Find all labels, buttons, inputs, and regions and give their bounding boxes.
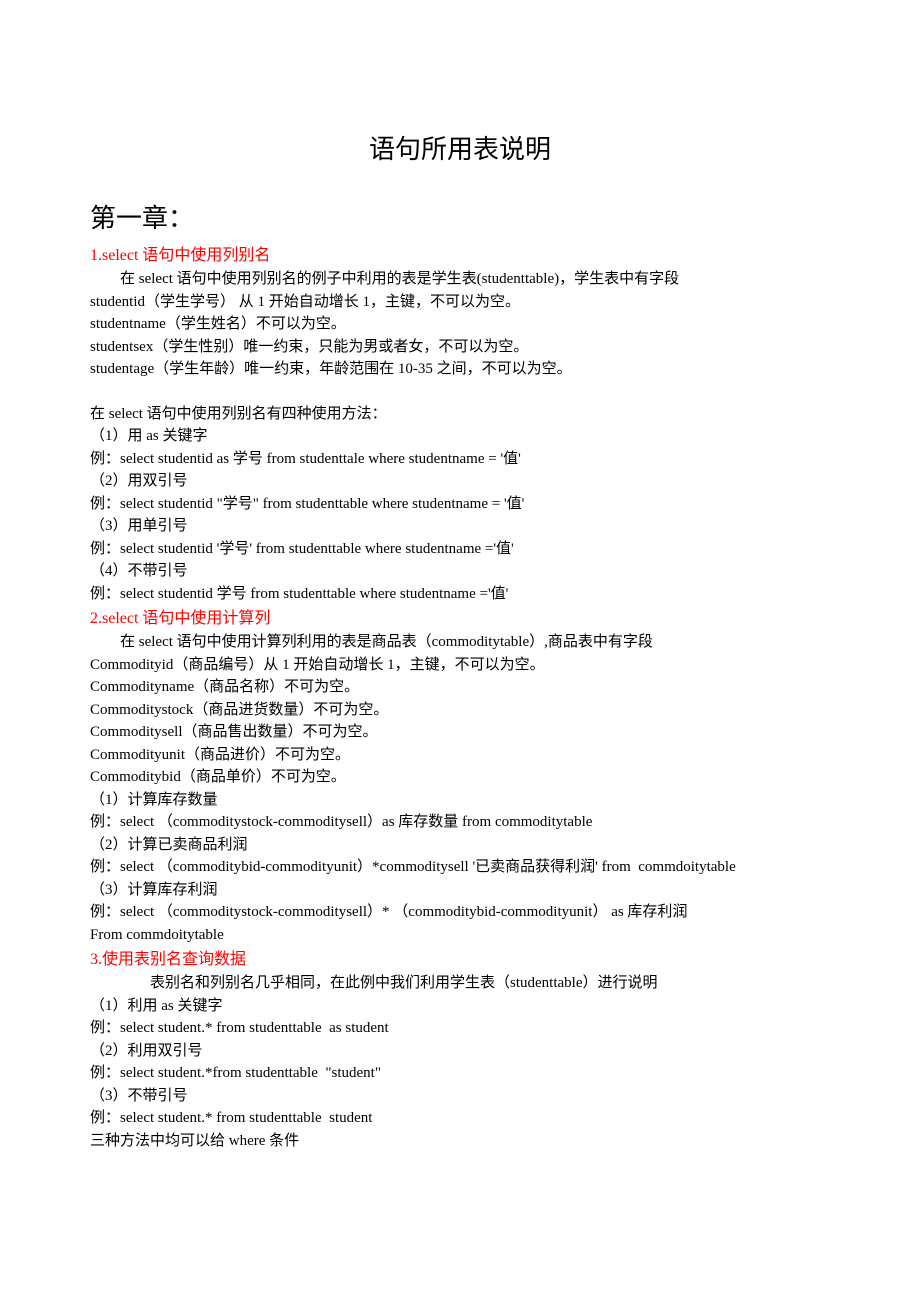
section-2-line: 例：select （commoditystock-commoditysell）a… bbox=[90, 811, 830, 834]
section-1-line: 在 select 语句中使用列别名的例子中利用的表是学生表(studenttab… bbox=[90, 268, 830, 291]
section-2-line: Commoditystock（商品进货数量）不可为空。 bbox=[90, 699, 830, 722]
section-1-line: 例：select studentid 学号 from studenttable … bbox=[90, 583, 830, 606]
section-3-heading: 3.使用表别名查询数据 bbox=[90, 948, 830, 972]
section-2-line: 在 select 语句中使用计算列利用的表是商品表（commoditytable… bbox=[90, 631, 830, 654]
section-1-line: 例：select studentid '学号' from studenttabl… bbox=[90, 538, 830, 561]
section-2-line: （3）计算库存利润 bbox=[90, 879, 830, 902]
section-2-line: （2）计算已卖商品利润 bbox=[90, 834, 830, 857]
section-1-heading: 1.select 语句中使用列别名 bbox=[90, 244, 830, 268]
section-2-line: Commodityname（商品名称）不可为空。 bbox=[90, 676, 830, 699]
section-1-line: （1）用 as 关键字 bbox=[90, 425, 830, 448]
section-1-line: studentsex（学生性别）唯一约束，只能为男或者女，不可以为空。 bbox=[90, 336, 830, 359]
section-2-line: Commodityunit（商品进价）不可为空。 bbox=[90, 744, 830, 767]
section-2-line: 例：select （commoditybid-commodityunit）*co… bbox=[90, 856, 830, 879]
section-1-line: 例：select studentid as 学号 from studenttal… bbox=[90, 448, 830, 471]
document-title: 语句所用表说明 bbox=[90, 130, 830, 169]
section-1-line: studentname（学生姓名）不可以为空。 bbox=[90, 313, 830, 336]
section-2-line: From commdoitytable bbox=[90, 924, 830, 947]
section-2-line: Commodityid（商品编号）从 1 开始自动增长 1，主键，不可以为空。 bbox=[90, 654, 830, 677]
section-2-line: （1）计算库存数量 bbox=[90, 789, 830, 812]
section-3-line: 例：select student.*from studenttable "stu… bbox=[90, 1062, 830, 1085]
section-3-line: 表别名和列别名几乎相同，在此例中我们利用学生表（studenttable）进行说… bbox=[90, 972, 830, 995]
section-2-line: Commoditysell（商品售出数量）不可为空。 bbox=[90, 721, 830, 744]
section-3-line: （1）利用 as 关键字 bbox=[90, 995, 830, 1018]
section-1-line: studentage（学生年龄）唯一约束，年龄范围在 10-35 之间，不可以为… bbox=[90, 358, 830, 381]
section-1-line: studentid（学生学号） 从 1 开始自动增长 1，主键，不可以为空。 bbox=[90, 291, 830, 314]
section-1-line: （3）用单引号 bbox=[90, 515, 830, 538]
section-1-line: 在 select 语句中使用列别名有四种使用方法： bbox=[90, 403, 830, 426]
section-1-line: （4）不带引号 bbox=[90, 560, 830, 583]
section-2-line: Commoditybid（商品单价）不可为空。 bbox=[90, 766, 830, 789]
blank-line bbox=[90, 381, 830, 403]
chapter-heading: 第一章： bbox=[90, 199, 830, 238]
section-3-line: （2）利用双引号 bbox=[90, 1040, 830, 1063]
document-page: 语句所用表说明 第一章： 1.select 语句中使用列别名 在 select … bbox=[0, 0, 920, 1302]
section-3-line: 例：select student.* from studenttable as … bbox=[90, 1017, 830, 1040]
section-1-line: （2）用双引号 bbox=[90, 470, 830, 493]
section-3-line: 三种方法中均可以给 where 条件 bbox=[90, 1130, 830, 1153]
section-2-heading: 2.select 语句中使用计算列 bbox=[90, 607, 830, 631]
section-1-line: 例：select studentid "学号" from studenttabl… bbox=[90, 493, 830, 516]
section-3-line: （3）不带引号 bbox=[90, 1085, 830, 1108]
section-3-line: 例：select student.* from studenttable stu… bbox=[90, 1107, 830, 1130]
section-2-line: 例：select （commoditystock-commoditysell）*… bbox=[90, 901, 830, 924]
